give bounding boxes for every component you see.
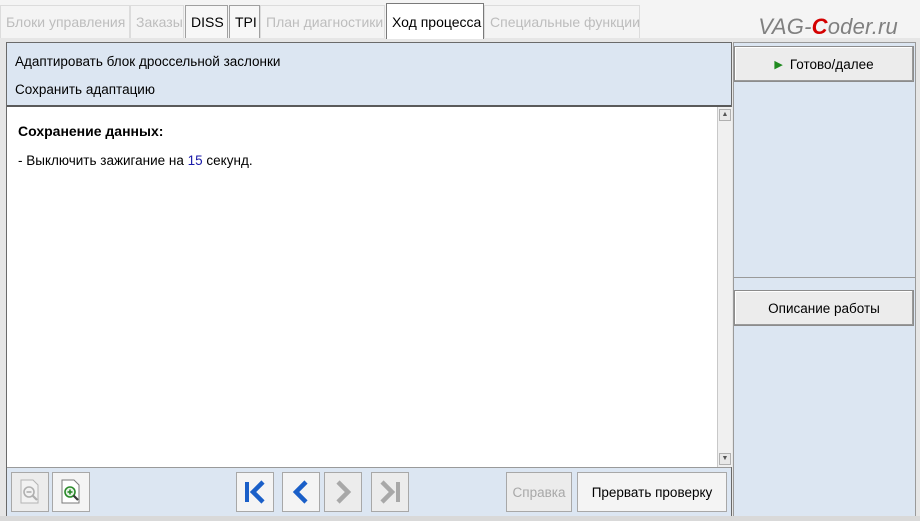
instruction-title: Сохранение данных: (18, 123, 164, 139)
tab-tpi[interactable]: TPI (229, 5, 260, 38)
work-description-button[interactable]: Описание работы (734, 290, 914, 326)
tab-process[interactable]: Ход процесса (386, 3, 484, 39)
chevron-right-icon (336, 480, 352, 504)
scroll-down-arrow-icon[interactable]: ▼ (719, 453, 731, 465)
tab-orders[interactable]: Заказы (130, 5, 184, 38)
zoom-out-button[interactable] (11, 472, 49, 512)
tab-diagnostic-plan[interactable]: План диагностики (260, 5, 385, 38)
abort-test-button[interactable]: Прервать проверку (577, 472, 727, 512)
done-next-button[interactable]: ▶ Готово/далее (734, 46, 914, 82)
status-strip (0, 516, 920, 521)
previous-step-button[interactable] (282, 472, 320, 512)
procedure-header: Адаптировать блок дроссельной заслонки С… (7, 43, 731, 107)
last-step-button[interactable] (371, 472, 409, 512)
side-panel: ▶ Готово/далее Описание работы (733, 42, 916, 518)
scroll-up-arrow-icon[interactable]: ▲ (719, 109, 731, 121)
instruction-area: Сохранение данных: - Выключить зажигание… (7, 107, 716, 467)
side-divider (734, 277, 915, 278)
procedure-step: Сохранить адаптацию (15, 82, 155, 97)
vertical-scrollbar[interactable]: ▲ ▼ (717, 107, 732, 467)
bottom-toolbar: Справка Прервать проверку (7, 467, 731, 518)
watermark: VAG-Coder.ru (758, 14, 898, 39)
seconds-value: 15 (187, 153, 203, 168)
tab-diss[interactable]: DISS (185, 5, 228, 38)
procedure-title: Адаптировать блок дроссельной заслонки (15, 54, 281, 69)
next-step-button[interactable] (324, 472, 362, 512)
chevron-left-icon (292, 480, 308, 504)
tab-control-units[interactable]: Блоки управления (0, 5, 130, 38)
zoom-in-button[interactable] (52, 472, 90, 512)
instruction-text: - Выключить зажигание на 15 секунд. (18, 153, 253, 168)
main-panel: Адаптировать блок дроссельной заслонки С… (6, 42, 732, 518)
play-icon: ▶ (774, 58, 783, 71)
skip-last-icon (380, 480, 400, 504)
zoom-in-icon (61, 479, 80, 504)
first-step-button[interactable] (236, 472, 274, 512)
tab-bar: Блоки управления Заказы DISS TPI План ди… (0, 0, 920, 39)
tab-special-functions[interactable]: Специальные функции (484, 5, 640, 38)
skip-first-icon (245, 480, 265, 504)
help-button[interactable]: Справка (506, 472, 572, 512)
zoom-out-icon (20, 479, 39, 504)
